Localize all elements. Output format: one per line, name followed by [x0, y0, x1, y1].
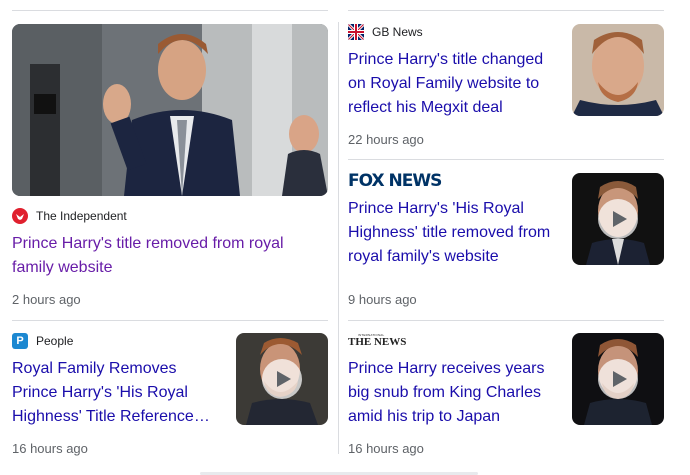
- headline-line: big snub from King Charles: [348, 384, 541, 401]
- article-headline-foxnews[interactable]: Prince Harry's 'His Royal Highness' titl…: [348, 197, 564, 269]
- headline-line: reflect his Megxit deal: [348, 99, 503, 116]
- source-name: People: [36, 334, 74, 348]
- article-source-gbnews: GB News: [348, 24, 423, 40]
- people-p-icon: P: [12, 333, 28, 349]
- article-time-independent: 2 hours ago: [12, 292, 81, 307]
- headline-line: royal family's website: [348, 248, 499, 265]
- article-headline-independent[interactable]: Prince Harry's title removed from royal …: [12, 232, 328, 280]
- article-time-gbnews: 22 hours ago: [348, 132, 424, 147]
- uk-flag-icon: [348, 24, 364, 40]
- logo-main: THE NEWS: [348, 336, 407, 348]
- headline-line: Prince Harry's title changed: [348, 51, 544, 68]
- independent-eagle-icon: [12, 208, 28, 224]
- column-divider: [338, 22, 339, 454]
- headline-line: on Royal Family website to: [348, 75, 540, 92]
- headline-line: Prince Harry receives years: [348, 360, 545, 377]
- article-source-people: P People: [12, 333, 73, 349]
- play-icon[interactable]: [598, 359, 638, 399]
- play-icon[interactable]: [262, 359, 302, 399]
- headline-line: amid his trip to Japan: [348, 408, 501, 425]
- article-headline-gbnews[interactable]: Prince Harry's title changed on Royal Fa…: [348, 48, 564, 120]
- article-headline-thenews[interactable]: Prince Harry receives years big snub fro…: [348, 357, 564, 429]
- article-headline-people[interactable]: Royal Family Removes Prince Harry's 'His…: [12, 357, 228, 429]
- fox-news-logo: FOX NEWS: [348, 171, 442, 191]
- divider: [12, 320, 328, 321]
- article-time-foxnews: 9 hours ago: [348, 292, 417, 307]
- article-time-people: 16 hours ago: [12, 441, 88, 456]
- headline-line: Highness' Title Reference…: [12, 408, 210, 425]
- article-thumbnail-people[interactable]: [236, 333, 328, 425]
- article-thumbnail-gbnews[interactable]: [572, 24, 664, 116]
- the-news-logo: INTERNATIONAL THE NEWS: [348, 333, 408, 349]
- divider: [348, 159, 664, 160]
- article-image-independent[interactable]: [12, 24, 328, 196]
- source-name: The Independent: [36, 209, 127, 223]
- headline-line: family website: [12, 259, 113, 276]
- headline-line: Prince Harry's 'His Royal: [12, 384, 188, 401]
- headline-line: Highness' title removed from: [348, 224, 551, 241]
- article-time-thenews: 16 hours ago: [348, 441, 424, 456]
- article-source-independent: The Independent: [12, 208, 127, 224]
- play-icon[interactable]: [598, 199, 638, 239]
- headline-line: Prince Harry's 'His Royal: [348, 200, 524, 217]
- source-name: GB News: [372, 25, 423, 39]
- article-thumbnail-foxnews[interactable]: [572, 173, 664, 265]
- headline-line: Prince Harry's title removed from royal: [12, 235, 284, 252]
- article-thumbnail-thenews[interactable]: [572, 333, 664, 425]
- top-divider-right: [348, 10, 664, 11]
- top-divider-left: [12, 10, 328, 11]
- divider: [348, 320, 664, 321]
- headline-line: Royal Family Removes: [12, 360, 177, 377]
